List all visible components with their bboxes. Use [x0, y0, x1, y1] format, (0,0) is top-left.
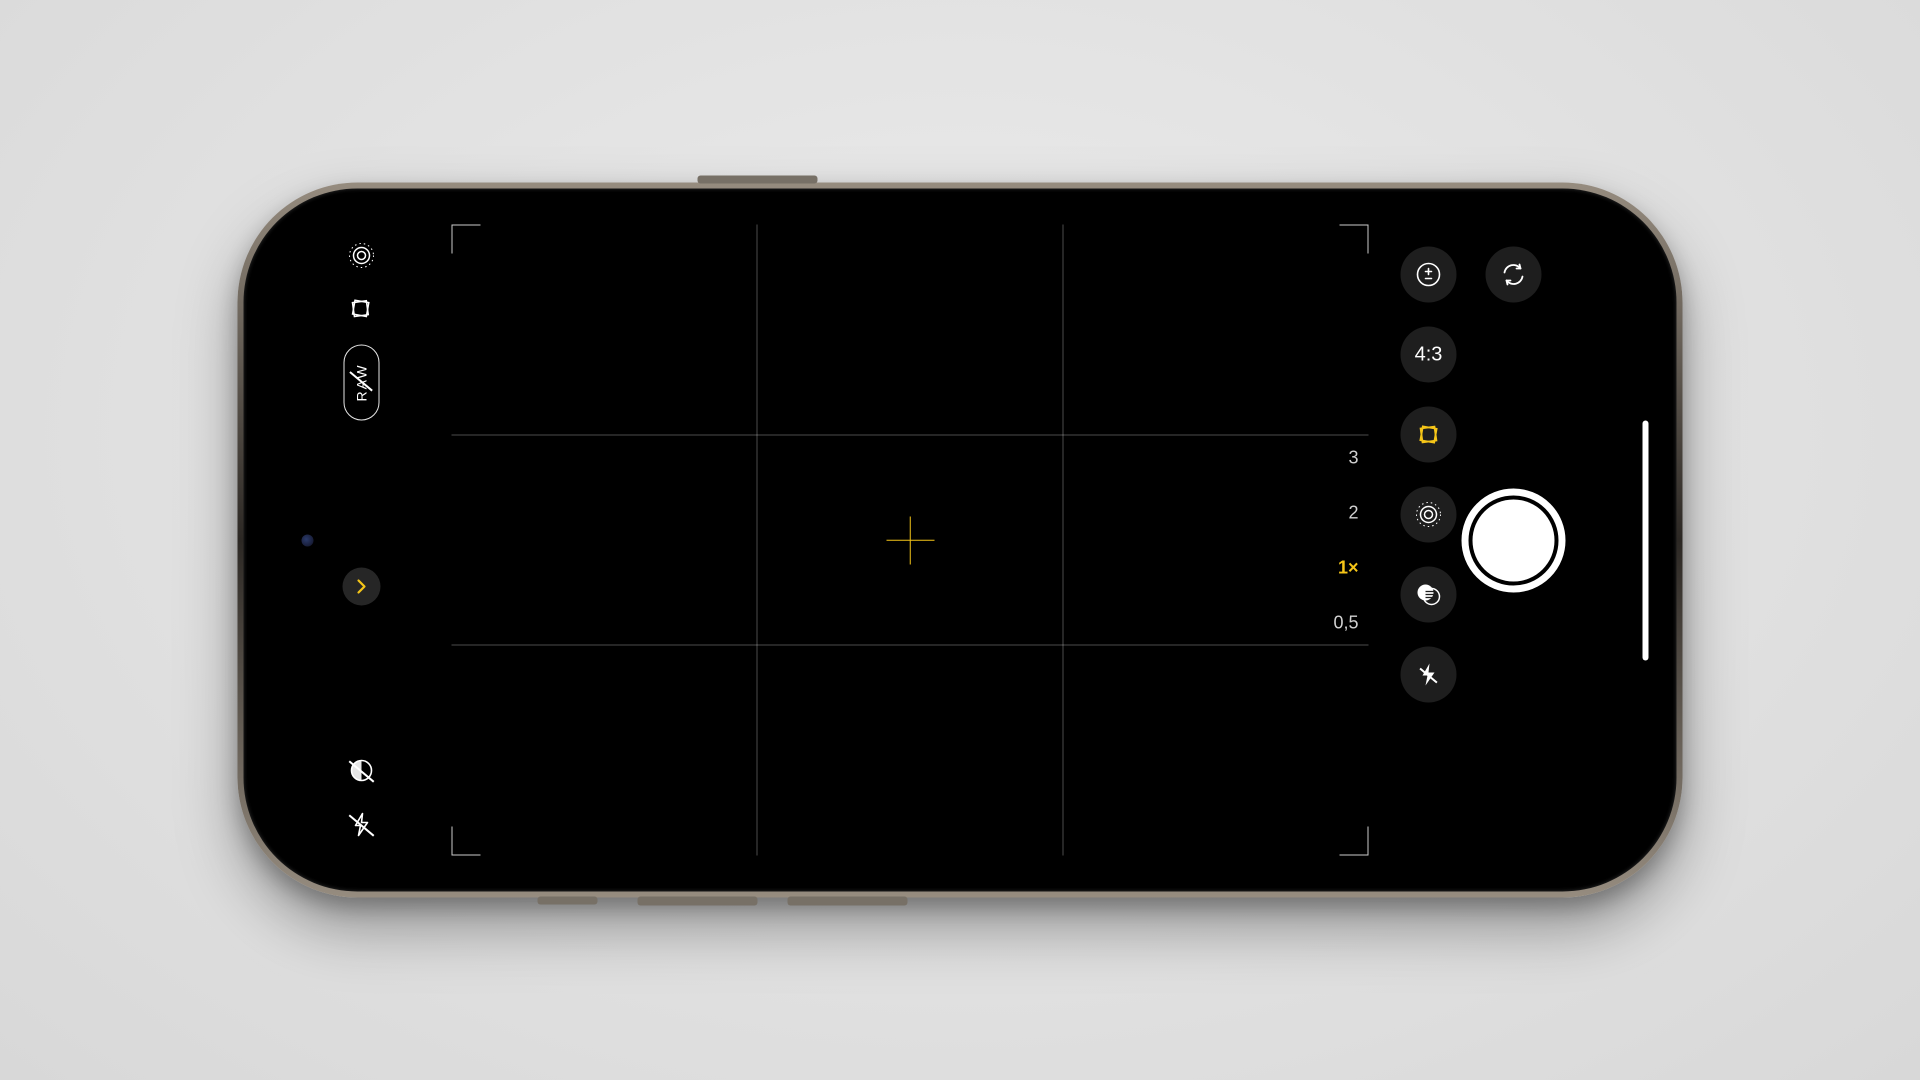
gridline [1062, 225, 1063, 856]
filters-icon [1414, 580, 1444, 610]
gridline [757, 225, 758, 856]
zoom-option[interactable]: 3 [1348, 447, 1358, 468]
screen: 3 2 1× 0,5 [252, 197, 1669, 884]
switch-camera-icon [1499, 260, 1529, 290]
filters-button[interactable] [1401, 567, 1457, 623]
night-mode-toggle[interactable] [343, 752, 381, 790]
frame-corner [452, 225, 481, 254]
flash-off-icon [1416, 662, 1442, 688]
tools-drawer-button[interactable] [343, 567, 381, 605]
shutter-column [1454, 247, 1574, 834]
aspect-ratio-button[interactable]: 4:3 [1401, 327, 1457, 383]
flash-button[interactable] [1401, 647, 1457, 703]
gridline [452, 645, 1369, 646]
home-indicator [1643, 420, 1649, 660]
right-toolbar: 4:3 [1399, 247, 1459, 834]
stack-icon [347, 295, 377, 325]
zoom-option[interactable]: 2 [1348, 502, 1358, 523]
flash-icon [349, 812, 375, 838]
photographic-style-button[interactable] [1401, 407, 1457, 463]
switch-camera-button[interactable] [1486, 247, 1542, 303]
exposure-button[interactable] [1401, 247, 1457, 303]
night-mode-icon [348, 757, 376, 785]
aspect-ratio-label: 4:3 [1415, 343, 1443, 366]
live-photo-tool-button[interactable] [1401, 487, 1457, 543]
frame-corner [1340, 827, 1369, 856]
stack-icon [1414, 420, 1444, 450]
live-photo-icon [1414, 500, 1444, 530]
chevron-right-icon [353, 577, 371, 595]
raw-label: RAW [354, 363, 370, 401]
phone-frame: 3 2 1× 0,5 [238, 183, 1683, 898]
volume-down-button [788, 897, 908, 906]
exposure-icon [1414, 260, 1444, 290]
mute-switch [538, 897, 598, 905]
volume-up-button [638, 897, 758, 906]
raw-toggle[interactable]: RAW [344, 345, 380, 421]
shutter-button[interactable] [1462, 488, 1566, 592]
gridline [452, 435, 1369, 436]
power-button [698, 176, 818, 184]
live-photo-toggle[interactable] [343, 237, 381, 275]
level-crosshair-icon [886, 516, 934, 564]
photographic-style-toggle[interactable] [343, 291, 381, 329]
frame-corner [452, 827, 481, 856]
zoom-option[interactable]: 0,5 [1333, 612, 1358, 633]
flash-toggle[interactable] [343, 806, 381, 844]
phone-body: 3 2 1× 0,5 [244, 189, 1677, 892]
zoom-selector[interactable]: 3 2 1× 0,5 [1333, 447, 1358, 633]
frame-corner [1340, 225, 1369, 254]
stage: 3 2 1× 0,5 [0, 0, 1920, 1080]
shutter-inner [1473, 499, 1555, 581]
zoom-option-selected[interactable]: 1× [1338, 557, 1359, 578]
left-toolbar: RAW [332, 237, 392, 844]
front-camera-dot [302, 534, 314, 546]
viewfinder[interactable] [452, 225, 1369, 856]
live-photo-icon [347, 241, 377, 271]
